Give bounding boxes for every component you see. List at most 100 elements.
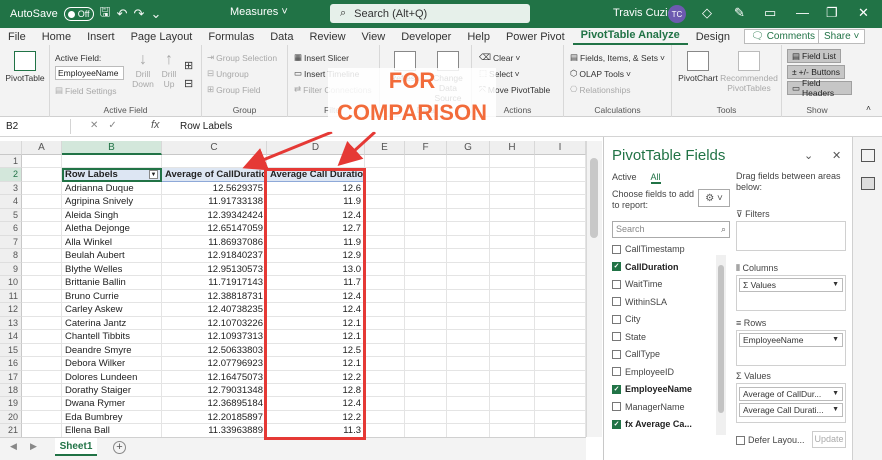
avg-callduration-cell[interactable]: 12.10937313 — [162, 330, 267, 344]
cell[interactable] — [365, 410, 405, 425]
cell[interactable] — [22, 370, 62, 384]
undo-icon[interactable]: ↶ — [117, 6, 128, 22]
cell[interactable] — [490, 383, 535, 398]
recommended-pivottables-button[interactable]: Recommended PivotTables — [720, 51, 778, 93]
field-item[interactable]: EmployeeID — [612, 364, 722, 380]
cell[interactable] — [447, 410, 490, 425]
avg-call-duration-cell[interactable]: 11.7 — [267, 276, 365, 290]
select-button[interactable]: ⬚ Select ˅ — [479, 68, 520, 79]
row-header[interactable]: 13 — [0, 316, 22, 331]
tab-insert[interactable]: Insert — [79, 30, 123, 45]
employee-name-cell[interactable]: Alla Winkel — [62, 235, 162, 250]
avg-call-duration-cell[interactable]: 12.4 — [267, 208, 365, 223]
field-item[interactable]: City — [612, 311, 722, 327]
cell[interactable] — [490, 262, 535, 277]
field-item[interactable]: ✓ CallDuration — [612, 259, 722, 275]
cell[interactable] — [365, 424, 405, 437]
olap-tools-button[interactable]: ⬡ OLAP Tools ˅ — [570, 68, 631, 79]
cell[interactable] — [22, 330, 62, 344]
cell[interactable] — [365, 222, 405, 236]
cell[interactable] — [490, 303, 535, 317]
cell[interactable] — [490, 316, 535, 331]
cell[interactable] — [535, 249, 586, 263]
avg-callduration-cell[interactable]: 12.40738235 — [162, 303, 267, 317]
row-header[interactable]: 7 — [0, 235, 22, 250]
field-item[interactable]: ManagerName — [612, 399, 722, 415]
collapse-field-icon[interactable]: ⊟ — [184, 77, 193, 90]
avg-callduration-cell[interactable]: 11.91733138 — [162, 195, 267, 209]
cell[interactable] — [22, 276, 62, 290]
cell[interactable] — [447, 262, 490, 277]
share-button[interactable]: Share ˅ — [818, 29, 866, 44]
checkbox-icon[interactable]: ✓ — [612, 419, 621, 429]
row-header[interactable]: 16 — [0, 357, 22, 371]
cell[interactable] — [405, 343, 447, 358]
change-data-source-button[interactable]: Change Data Source — [426, 51, 470, 103]
pen-icon[interactable]: ✎ — [734, 5, 745, 21]
cell[interactable] — [405, 249, 447, 263]
avg-callduration-cell[interactable]: 12.5629375 — [162, 181, 267, 196]
row-header[interactable]: 5 — [0, 208, 22, 223]
cell[interactable] — [405, 303, 447, 317]
close-pane-icon[interactable]: ✕ — [832, 149, 841, 162]
cell[interactable] — [22, 181, 62, 196]
cell[interactable] — [365, 289, 405, 304]
cell[interactable] — [535, 316, 586, 331]
filter-connections-button[interactable]: ⇄ Filter Connections — [294, 84, 372, 95]
active-field-input[interactable]: EmployeeName — [55, 66, 124, 80]
cell[interactable] — [447, 289, 490, 304]
employee-name-cell[interactable]: Beulah Aubert — [62, 249, 162, 263]
cell[interactable] — [405, 222, 447, 236]
column-header[interactable]: B — [62, 141, 162, 155]
fields-items-sets-button[interactable]: ▤ Fields, Items, & Sets ˅ — [570, 52, 665, 63]
save-icon[interactable]: 🖫 — [100, 3, 111, 25]
cell[interactable] — [490, 249, 535, 263]
cell[interactable] — [490, 168, 535, 182]
name-box[interactable]: B2 — [3, 119, 71, 134]
avg-call-duration-cell[interactable]: 12.4 — [267, 289, 365, 304]
redo-icon[interactable]: ↷ — [134, 6, 145, 22]
sheet-tab[interactable]: Sheet1 — [55, 438, 97, 456]
cell[interactable] — [490, 276, 535, 290]
cell[interactable] — [405, 195, 447, 209]
row-header[interactable]: 14 — [0, 330, 22, 344]
avg-callduration-cell[interactable]: 12.65147059 — [162, 222, 267, 236]
employee-name-cell[interactable]: Chantell Tibbits — [62, 330, 162, 344]
cell[interactable] — [447, 383, 490, 398]
cell[interactable] — [535, 330, 586, 344]
cell[interactable] — [447, 330, 490, 344]
cell[interactable] — [22, 316, 62, 331]
row-header[interactable]: 4 — [0, 195, 22, 209]
checkbox-icon[interactable] — [612, 367, 621, 376]
cell[interactable] — [22, 410, 62, 425]
cell[interactable] — [447, 181, 490, 196]
tab-all[interactable]: All — [650, 172, 661, 184]
cell[interactable] — [365, 276, 405, 290]
avg-call-duration-cell[interactable]: 13.0 — [267, 262, 365, 277]
cell[interactable] — [22, 262, 62, 277]
cell[interactable] — [447, 235, 490, 250]
avg-callduration-cell[interactable]: 12.91840237 — [162, 249, 267, 263]
cell[interactable] — [405, 424, 447, 437]
field-item[interactable]: WithinSLA — [612, 294, 722, 310]
collapse-ribbon-icon[interactable]: ˄ — [866, 103, 871, 113]
employee-name-cell[interactable]: Agripina Snively — [62, 195, 162, 209]
pivotchart-button[interactable]: PivotChart — [676, 51, 720, 83]
cell[interactable] — [535, 289, 586, 304]
ribbon-display-icon[interactable]: ▭ — [764, 5, 776, 21]
column-header[interactable]: A — [22, 141, 62, 155]
filter-dropdown-icon[interactable]: ▼ — [149, 170, 158, 180]
cell[interactable] — [22, 289, 62, 304]
cell[interactable] — [535, 155, 586, 169]
cell[interactable] — [365, 235, 405, 250]
avg-call-duration-cell[interactable]: 12.1 — [267, 357, 365, 371]
group-selection-button[interactable]: ⇥ Group Selection — [207, 52, 277, 63]
cell[interactable] — [22, 195, 62, 209]
checkbox-icon[interactable] — [612, 279, 621, 289]
row-header[interactable]: 9 — [0, 262, 22, 277]
cell[interactable] — [22, 168, 62, 182]
avg-callduration-cell[interactable]: 11.33963889 — [162, 424, 267, 437]
cell[interactable] — [447, 222, 490, 236]
employee-name-cell[interactable]: Deandre Smyre — [62, 343, 162, 358]
update-button[interactable]: Update — [812, 431, 846, 448]
